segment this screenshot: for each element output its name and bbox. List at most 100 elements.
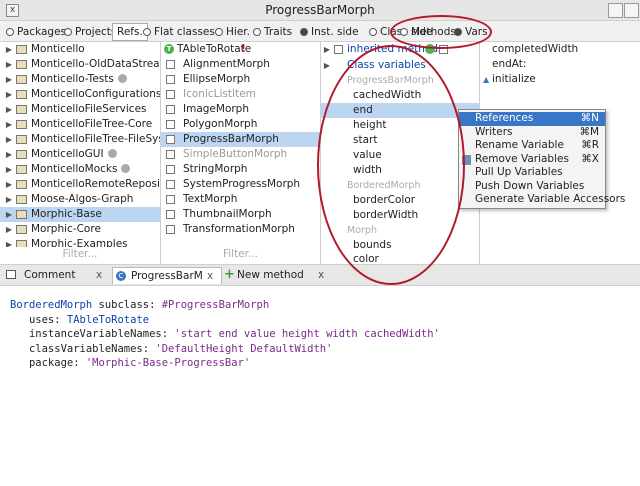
- radio-hier[interactable]: Hier.: [215, 25, 250, 39]
- expand-arrow-icon[interactable]: ▶: [5, 162, 13, 177]
- package-icon: [16, 195, 27, 204]
- package-icon: [16, 210, 27, 219]
- status-badge-icon: [107, 149, 117, 158]
- tab-progressbarmorph[interactable]: C ProgressBarMorph x: [112, 267, 222, 284]
- method-item[interactable]: completedWidth: [480, 42, 640, 57]
- package-item[interactable]: ▶ Monticello-OldDataStreamCo: [0, 57, 160, 72]
- package-icon: [16, 150, 27, 159]
- class-icon: [166, 180, 175, 189]
- checkbox-icon[interactable]: [334, 45, 343, 54]
- package-item[interactable]: ▶ MonticelloFileTree-FileSystem: [0, 132, 160, 147]
- menu-item-pull-up-variables[interactable]: Pull Up Variables: [459, 166, 605, 180]
- package-label: MonticelloFileTree-FileSystem: [31, 133, 160, 145]
- expand-arrow-icon[interactable]: ▶: [323, 42, 331, 57]
- close-tab-icon[interactable]: x: [96, 267, 102, 283]
- class-item[interactable]: EllipseMorph: [161, 72, 320, 87]
- expand-arrow-icon[interactable]: ▶: [5, 147, 13, 162]
- method-item[interactable]: ▲ initialize: [480, 72, 640, 87]
- radio-label: Hier.: [226, 26, 250, 38]
- classes-pane[interactable]: T TAbleToRotate ! AlignmentMorph Ellipse…: [161, 42, 321, 264]
- expand-arrow-icon[interactable]: ▶: [5, 57, 13, 72]
- expand-arrow-icon[interactable]: ▶: [5, 117, 13, 132]
- class-icon: [166, 225, 175, 234]
- radio-flat-classes[interactable]: Flat classes: [143, 25, 215, 39]
- class-icon: [166, 75, 175, 84]
- class-item[interactable]: ThumbnailMorph: [161, 207, 320, 222]
- code-token: 'Morphic-Base-ProgressBar': [85, 357, 251, 370]
- package-label: MonticelloRemoteRepositorie: [31, 178, 160, 190]
- package-item[interactable]: ▶ Monticello: [0, 42, 160, 57]
- package-label: Morphic-Examples: [31, 238, 128, 247]
- menu-item-writers[interactable]: Writers ⌘M: [459, 126, 605, 140]
- expand-arrow-icon[interactable]: ▶: [5, 222, 13, 237]
- expand-arrow-icon[interactable]: ▶: [5, 42, 13, 57]
- package-item[interactable]: ▶ MonticelloGUI: [0, 147, 160, 162]
- radio-packages[interactable]: Packages: [6, 25, 66, 39]
- menu-item-references[interactable]: References ⌘N: [459, 112, 605, 126]
- package-label-text: Monticello-Tests: [31, 73, 114, 85]
- class-item[interactable]: SimpleButtonMorph: [161, 147, 320, 162]
- code-token: BorderedMorph: [10, 299, 93, 311]
- class-item[interactable]: StringMorph: [161, 162, 320, 177]
- package-item[interactable]: ▶ MonticelloMocks: [0, 162, 160, 177]
- classes-filter-input[interactable]: Filter...: [161, 248, 320, 260]
- class-label: TransformationMorph: [183, 223, 295, 235]
- menu-item-push-down-variables[interactable]: Push Down Variables: [459, 180, 605, 194]
- expand-arrow-icon[interactable]: ▶: [5, 72, 13, 87]
- packages-pane[interactable]: ▶Monticello ▶Monticello-OldDataStreamCo …: [0, 42, 161, 264]
- class-item[interactable]: IconicListItem: [161, 87, 320, 102]
- method-label: initialize: [492, 73, 536, 85]
- package-item[interactable]: ▶ Monticello-Tests: [0, 72, 160, 87]
- package-item[interactable]: ▶ MonticelloRemoteRepositorie: [0, 177, 160, 192]
- menu-label: Push Down Variables: [475, 179, 585, 192]
- expand-arrow-icon[interactable]: ▶: [5, 192, 13, 207]
- expand-arrow-icon[interactable]: ▶: [5, 87, 13, 102]
- comment-icon: [6, 270, 16, 279]
- trait-icon: T: [164, 44, 174, 54]
- expand-arrow-icon[interactable]: ▶: [323, 58, 331, 73]
- radio-inst-side[interactable]: Inst. side: [300, 25, 359, 39]
- radio-projects[interactable]: Projects: [64, 25, 116, 39]
- package-label: Monticello: [31, 43, 85, 55]
- class-definition-editor[interactable]: BorderedMorph subclass: #ProgressBarMorp…: [10, 298, 440, 371]
- class-label: StringMorph: [183, 163, 248, 175]
- package-item[interactable]: ▶ Moose-Algos-Graph: [0, 192, 160, 207]
- class-item[interactable]: TextMorph: [161, 192, 320, 207]
- class-item[interactable]: PolygonMorph: [161, 117, 320, 132]
- method-item[interactable]: endAt:: [480, 57, 640, 72]
- class-item[interactable]: SystemProgressMorph: [161, 177, 320, 192]
- package-icon: [16, 135, 27, 144]
- close-tab-icon[interactable]: x: [207, 268, 213, 284]
- close-tab-icon[interactable]: x: [318, 267, 324, 283]
- collapse-window-icon[interactable]: [608, 3, 623, 18]
- package-item[interactable]: ▶ Morphic-Core: [0, 222, 160, 237]
- class-item-selected[interactable]: ProgressBarMorph: [161, 132, 320, 147]
- class-item[interactable]: AlignmentMorph: [161, 57, 320, 72]
- tab-label: Comment: [24, 269, 76, 281]
- menu-shortcut: ⌘X: [581, 152, 599, 165]
- package-item[interactable]: ▶ Morphic-Examples: [0, 237, 160, 247]
- class-item[interactable]: ImageMorph: [161, 102, 320, 117]
- menu-item-generate-accessors[interactable]: Generate Variable Accessors: [459, 193, 625, 207]
- maximize-window-icon[interactable]: [624, 3, 639, 18]
- package-label: MonticelloConfigurations: [31, 88, 161, 100]
- package-label: Morphic-Core: [31, 223, 101, 235]
- package-item[interactable]: ▶ MonticelloFileServices: [0, 102, 160, 117]
- package-icon: [16, 180, 27, 189]
- expand-arrow-icon[interactable]: ▶: [5, 177, 13, 192]
- radio-traits[interactable]: Traits: [253, 25, 292, 39]
- package-item[interactable]: ▶ MonticelloConfigurations: [0, 87, 160, 102]
- package-item[interactable]: ▶ MonticelloFileTree-Core: [0, 117, 160, 132]
- class-item[interactable]: T TAbleToRotate !: [161, 42, 320, 57]
- package-item-selected[interactable]: ▶ Morphic-Base: [0, 207, 160, 222]
- menu-item-rename-variable[interactable]: Rename Variable ⌘R: [459, 139, 605, 153]
- expand-arrow-icon[interactable]: ▶: [5, 207, 13, 222]
- class-item[interactable]: TransformationMorph: [161, 222, 320, 237]
- expand-arrow-icon[interactable]: ▶: [5, 102, 13, 117]
- expand-arrow-icon[interactable]: ▶: [5, 237, 13, 247]
- tab-comment[interactable]: Comment x: [4, 267, 108, 283]
- tab-new-method[interactable]: + New method x: [222, 267, 330, 283]
- packages-filter-input[interactable]: Filter...: [0, 248, 160, 260]
- expand-arrow-icon[interactable]: ▶: [5, 132, 13, 147]
- menu-item-remove-variables[interactable]: Remove Variables ⌘X: [459, 153, 605, 167]
